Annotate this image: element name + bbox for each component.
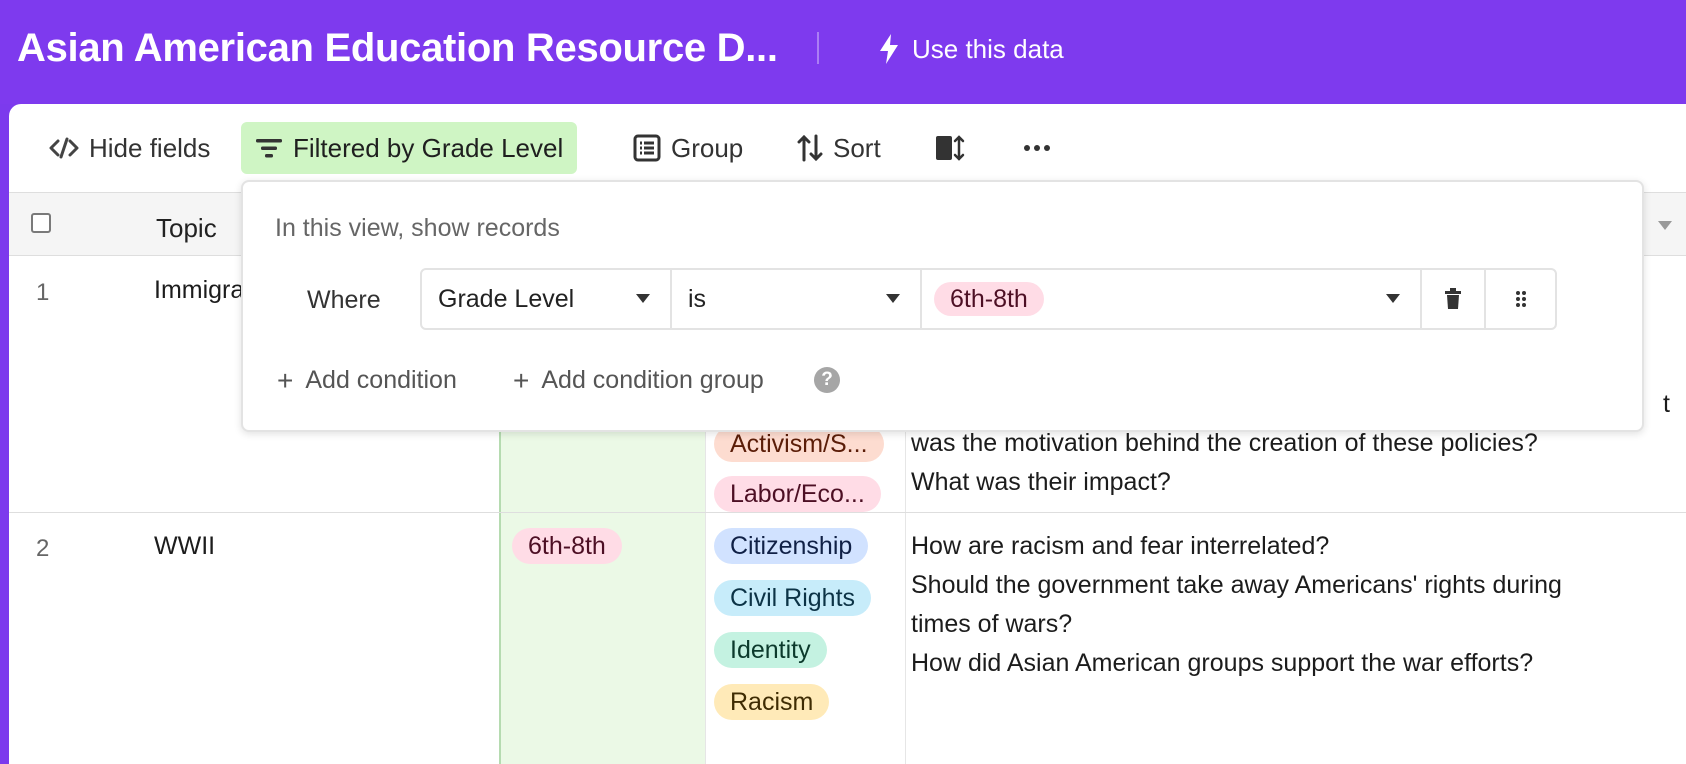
filter-label: Filtered by Grade Level [293, 132, 564, 163]
filter-condition-row: Grade Level is 6th-8th [420, 268, 1557, 330]
chevron-down-icon [886, 294, 900, 303]
question-line: Should the government take away American… [911, 571, 1562, 599]
add-condition-button[interactable]: + Add condition [277, 366, 457, 395]
column-menu-caret-icon[interactable] [1658, 221, 1672, 230]
sort-button[interactable]: Sort [783, 122, 895, 174]
topic-cell[interactable]: WWII [154, 532, 215, 561]
field-select-value: Grade Level [438, 284, 575, 313]
group-label: Group [671, 132, 744, 163]
filter-button[interactable]: Filtered by Grade Level [241, 122, 578, 174]
value-pill: 6th-8th [934, 282, 1044, 316]
more-options-button[interactable] [1009, 122, 1075, 174]
clipped-text: t [1663, 390, 1670, 418]
chevron-down-icon [636, 294, 650, 303]
group-button[interactable]: Group [619, 122, 757, 174]
view-toolbar: Hide fields Filtered by Grade Level Grou… [9, 104, 1686, 192]
chevron-down-icon [1386, 294, 1400, 303]
tag-pill: Identity [714, 632, 827, 668]
help-icon[interactable]: ? [814, 367, 840, 393]
base-title[interactable]: Asian American Education Resource D... [17, 26, 778, 71]
question-line: was the motivation behind the creation o… [911, 429, 1538, 457]
where-label: Where [307, 286, 381, 314]
tag-pill: Citizenship [714, 528, 869, 564]
field-select[interactable]: Grade Level [422, 270, 672, 328]
header-divider [817, 32, 819, 64]
add-condition-label: Add condition [305, 366, 457, 394]
drag-handle[interactable] [1486, 270, 1555, 328]
add-condition-group-label: Add condition group [541, 366, 764, 394]
column-header-topic[interactable]: Topic [156, 213, 217, 244]
lightning-icon [880, 34, 898, 64]
row-height-button[interactable] [921, 122, 989, 174]
row-number: 1 [36, 279, 50, 306]
question-line: How are racism and fear interrelated? [911, 532, 1330, 560]
question-line: How did Asian American groups support th… [911, 649, 1534, 677]
tag-pill: Civil Rights [714, 580, 872, 616]
drag-grip-icon [1515, 291, 1526, 307]
more-dots-icon [1024, 145, 1050, 151]
row-number: 2 [36, 535, 50, 562]
delete-condition-button[interactable] [1422, 270, 1486, 328]
select-all-checkbox[interactable] [31, 213, 51, 233]
add-condition-group-button[interactable]: + Add condition group [513, 366, 764, 395]
tag-pill: Racism [714, 684, 830, 720]
row-height-icon [936, 135, 965, 161]
operator-select[interactable]: is [672, 270, 922, 328]
grade-pill: 6th-8th [512, 528, 622, 564]
hide-fields-label: Hide fields [89, 132, 211, 163]
sort-label: Sort [833, 132, 881, 163]
value-select[interactable]: 6th-8th [922, 270, 1422, 328]
hide-fields-button[interactable]: Hide fields [35, 122, 224, 174]
use-this-data-label: Use this data [912, 33, 1064, 64]
filter-popover: In this view, show records Where Grade L… [241, 180, 1644, 432]
operator-select-value: is [688, 284, 707, 313]
question-line: times of wars? [911, 610, 1073, 638]
topic-cell[interactable]: Immigra [154, 276, 244, 305]
tag-pill: Labor/Eco... [714, 476, 881, 512]
sort-arrows-icon [797, 134, 823, 162]
eye-off-icon [49, 137, 79, 159]
filter-icon [256, 139, 282, 158]
row-divider [9, 512, 1686, 513]
plus-icon: + [277, 364, 294, 396]
question-line: What was their impact? [911, 468, 1171, 496]
trash-icon [1445, 288, 1461, 309]
filter-heading: In this view, show records [275, 214, 560, 242]
app-header: Asian American Education Resource D... U… [0, 0, 1686, 104]
plus-icon: + [513, 364, 530, 396]
use-this-data-button[interactable]: Use this data [878, 30, 1064, 68]
group-list-icon [633, 134, 661, 162]
